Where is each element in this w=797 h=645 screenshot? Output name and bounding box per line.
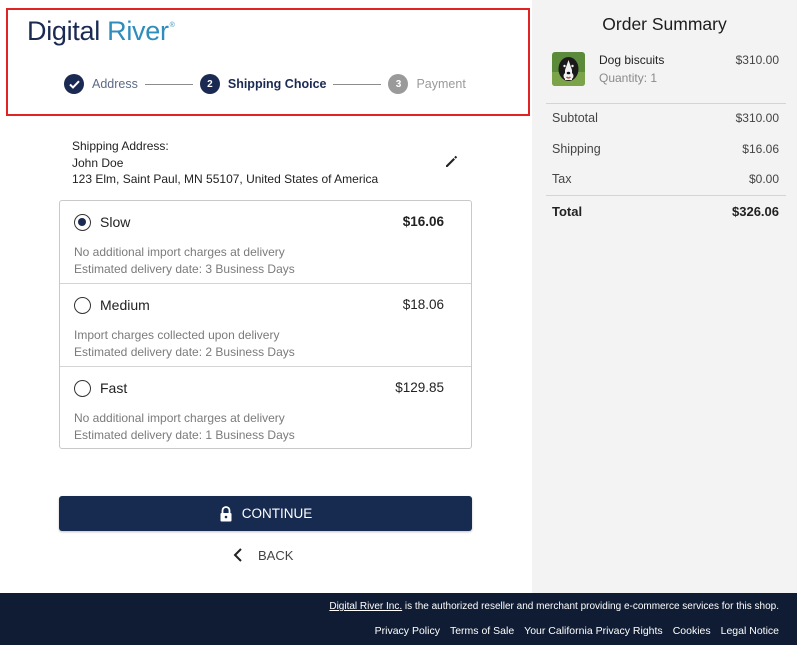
- shipping-address-block: Shipping Address: John Doe 123 Elm, Sain…: [72, 138, 378, 188]
- tax-row: Tax $0.00: [552, 172, 779, 186]
- terms-of-sale-link[interactable]: Terms of Sale: [450, 625, 514, 637]
- logo-registered-mark: ®: [169, 22, 175, 29]
- product-quantity: Quantity: 1: [599, 71, 658, 85]
- footer-links: Privacy Policy Terms of Sale Your Califo…: [365, 625, 779, 637]
- subtotal-value: $310.00: [735, 111, 779, 125]
- shipping-option-fast[interactable]: Fast $129.85 No additional import charge…: [60, 367, 471, 450]
- option-delivery-estimate: Estimated delivery date: 2 Business Days: [74, 344, 295, 359]
- shipping-value: $16.06: [742, 142, 779, 156]
- option-import-note: No additional import charges at delivery: [74, 245, 285, 259]
- shipping-address-heading: Shipping Address:: [72, 139, 169, 153]
- california-privacy-link[interactable]: Your California Privacy Rights: [524, 625, 663, 637]
- subtotal-label: Subtotal: [552, 111, 598, 125]
- checkout-page: Digital River® Address 2 Shipping Choice…: [0, 0, 797, 645]
- shipping-row: Shipping $16.06: [552, 142, 779, 156]
- legal-notice-link[interactable]: Legal Notice: [721, 625, 779, 637]
- option-delivery-estimate: Estimated delivery date: 1 Business Days: [74, 427, 295, 442]
- shipping-option-slow[interactable]: Slow $16.06 No additional import charges…: [60, 201, 471, 284]
- option-description: Import charges collected upon delivery E…: [74, 327, 295, 360]
- option-description: No additional import charges at delivery…: [74, 410, 295, 443]
- option-price: $18.06: [402, 297, 444, 312]
- reseller-notice: Digital River Inc. is the authorized res…: [329, 601, 779, 612]
- radio-slow[interactable]: [74, 214, 91, 231]
- tax-label: Tax: [552, 172, 572, 186]
- digital-river-inc-link[interactable]: Digital River Inc.: [329, 601, 402, 612]
- digital-river-logo: Digital River®: [27, 16, 175, 47]
- step-payment-label: Payment: [416, 77, 466, 91]
- option-name: Medium: [100, 297, 150, 313]
- summary-divider: [546, 195, 786, 196]
- step-shipping-number: 2: [199, 74, 220, 94]
- option-import-note: Import charges collected upon delivery: [74, 328, 280, 342]
- option-description: No additional import charges at delivery…: [74, 244, 295, 277]
- logo-text-river: River: [107, 16, 169, 46]
- shipping-address-name: John Doe: [72, 155, 124, 170]
- radio-fast[interactable]: [74, 380, 91, 397]
- total-label: Total: [552, 204, 583, 219]
- checkout-main: Digital River® Address 2 Shipping Choice…: [0, 0, 532, 593]
- edit-address-pencil-icon[interactable]: [442, 152, 460, 170]
- privacy-policy-link[interactable]: Privacy Policy: [375, 625, 440, 637]
- option-import-note: No additional import charges at delivery: [74, 411, 285, 425]
- logo-text-digital: Digital: [27, 16, 100, 46]
- shipping-label: Shipping: [552, 142, 601, 156]
- continue-button[interactable]: CONTINUE: [59, 496, 472, 531]
- option-delivery-estimate: Estimated delivery date: 3 Business Days: [74, 261, 295, 276]
- lock-icon: [220, 505, 232, 521]
- chevron-left-icon: [233, 548, 242, 562]
- option-name: Slow: [100, 214, 131, 230]
- product-price: $310.00: [735, 53, 779, 67]
- product-name: Dog biscuits: [599, 53, 665, 67]
- step-address-label[interactable]: Address: [92, 77, 138, 91]
- continue-label: CONTINUE: [241, 506, 313, 521]
- step-shipping-label: Shipping Choice: [227, 77, 327, 91]
- order-summary-panel: Order Summary Dog biscuits Quantity: 1 $…: [532, 0, 797, 593]
- option-name: Fast: [100, 380, 128, 396]
- step-connector: [144, 83, 193, 85]
- shipping-options-list: Slow $16.06 No additional import charges…: [59, 200, 472, 449]
- subtotal-row: Subtotal $310.00: [552, 111, 779, 125]
- option-price: $129.85: [395, 380, 444, 395]
- tax-value: $0.00: [748, 172, 779, 186]
- checkout-stepper: Address 2 Shipping Choice 3 Payment: [64, 73, 466, 95]
- product-thumbnail: [552, 52, 585, 86]
- radio-medium[interactable]: [74, 297, 91, 314]
- reseller-text: is the authorized reseller and merchant …: [402, 601, 779, 612]
- order-summary-title: Order Summary: [602, 14, 727, 34]
- site-footer: Digital River Inc. is the authorized res…: [0, 593, 797, 645]
- back-label: BACK: [258, 547, 294, 563]
- back-button[interactable]: BACK: [232, 545, 293, 565]
- shipping-address-line: 123 Elm, Saint Paul, MN 55107, United St…: [72, 172, 379, 186]
- option-price: $16.06: [402, 214, 444, 229]
- summary-divider: [546, 103, 786, 104]
- cookies-link[interactable]: Cookies: [673, 625, 711, 637]
- step-connector: [333, 83, 382, 85]
- step-payment-number: 3: [388, 74, 409, 94]
- shipping-option-medium[interactable]: Medium $18.06 Import charges collected u…: [60, 284, 471, 367]
- step-address-check-icon: [64, 74, 84, 94]
- total-row: Total $326.06: [552, 204, 779, 219]
- total-value: $326.06: [732, 204, 779, 219]
